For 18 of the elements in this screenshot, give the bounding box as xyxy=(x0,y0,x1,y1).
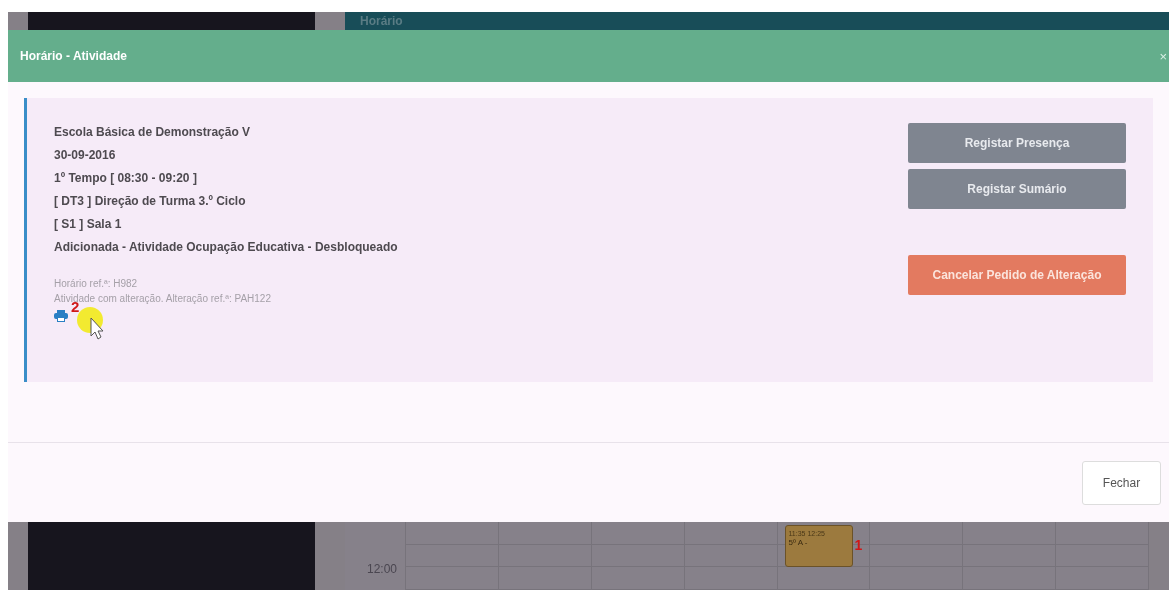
detail-text: 30-09-2016 xyxy=(54,147,117,164)
action-button[interactable]: Registar Presença xyxy=(908,123,1126,163)
close-button[interactable]: × xyxy=(1159,49,1167,63)
header-title: Horário xyxy=(360,13,403,30)
detail-text: [ S1 ] Sala 1 xyxy=(54,216,123,233)
action-button[interactable]: Registar Sumário xyxy=(908,169,1126,209)
print-icon[interactable] xyxy=(54,310,68,322)
cancel-request-button[interactable]: Cancelar Pedido de Alteração xyxy=(908,255,1126,295)
detail-text: Adicionada - Atividade Ocupação Educativa - Desbloqueado xyxy=(54,239,398,256)
event-label: 5º A - xyxy=(788,538,809,548)
reference-text: Horário ref.ª: H982 xyxy=(54,277,139,291)
modal-title: Horário - Atividade xyxy=(20,48,127,65)
detail-text: Escola Básica de Demonstração V xyxy=(54,124,252,141)
close-button[interactable]: Fechar xyxy=(1082,460,1161,505)
detail-text: 1º Tempo [ 08:30 - 09:20 ] xyxy=(54,170,198,187)
time-label: 12:00 xyxy=(367,561,398,578)
annotation-number: 1 xyxy=(854,538,863,552)
detail-text: [ DT3 ] Direção de Turma 3.º Ciclo xyxy=(54,193,247,210)
